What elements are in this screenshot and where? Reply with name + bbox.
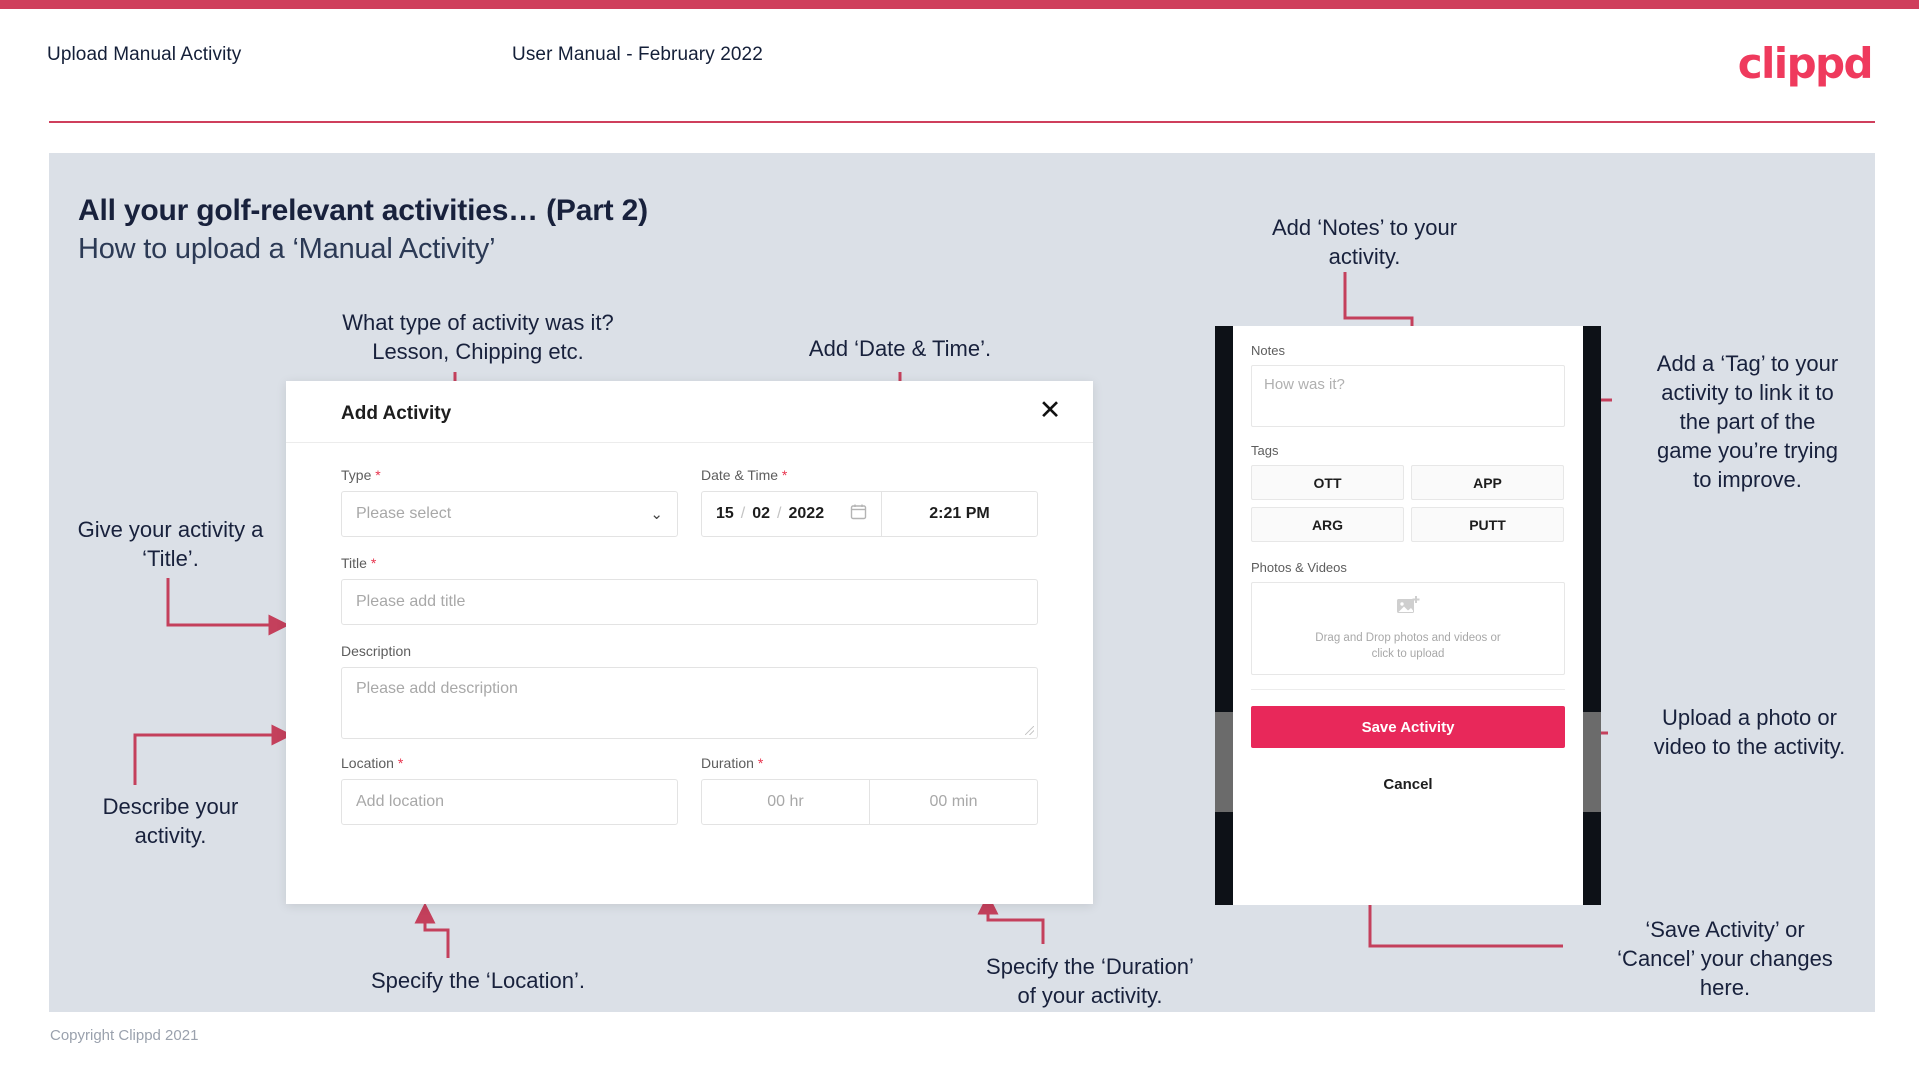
cancel-button[interactable]: Cancel (1251, 776, 1565, 793)
annotation-save: ‘Save Activity’ or ‘Cancel’ your changes… (1617, 917, 1833, 1000)
annotation-describe: Describe your activity. (102, 794, 239, 848)
modal-title: Add Activity (341, 403, 452, 424)
tags-label: Tags (1251, 443, 1279, 458)
annotation-datetime: Add ‘Date & Time’. (808, 336, 992, 361)
phone-bezel-right-accent (1583, 712, 1601, 812)
duration-required-asterisk: * (757, 755, 764, 771)
title-input[interactable]: Please add title (341, 579, 1038, 625)
phone-bezel-left-accent (1215, 712, 1233, 812)
date-year: 2022 (788, 505, 825, 522)
tags-group: OTT APP ARG PUTT (1251, 465, 1565, 542)
field-datetime: Date & Time * 15 / 02 / 2022 2:21 PM (701, 467, 1038, 537)
slide-page: Upload Manual Activity User Manual - Feb… (0, 0, 1919, 1079)
image-add-icon (1396, 595, 1420, 622)
tag-ott[interactable]: OTT (1251, 465, 1404, 500)
notes-label: Notes (1251, 343, 1285, 358)
type-required-asterisk: * (375, 467, 381, 483)
location-label: Location * (341, 755, 678, 771)
chevron-down-icon: ⌄ (650, 506, 663, 523)
title-required-asterisk: * (370, 555, 377, 571)
datetime-label-text: Date & Time (701, 467, 779, 483)
description-label: Description (341, 643, 1038, 659)
phone-screen: Notes How was it? Tags OTT APP ARG PUTT … (1233, 326, 1583, 905)
duration-label: Duration * (701, 755, 1038, 771)
annotation-notes: Add ‘Notes’ to your activity. (1271, 215, 1458, 269)
location-label-text: Location (341, 755, 394, 771)
title-placeholder: Please add title (356, 593, 466, 610)
field-location: Location * Add location (341, 755, 678, 825)
location-required-asterisk: * (397, 755, 404, 771)
add-activity-modal: Add Activity ✕ Type * Please select ⌄ Da… (286, 381, 1093, 904)
annotation-location: Specify the ‘Location’. (370, 968, 586, 993)
description-label-text: Description (341, 643, 412, 659)
time-input[interactable]: 2:21 PM (882, 492, 1037, 536)
phone-mockup: Notes How was it? Tags OTT APP ARG PUTT … (1215, 326, 1601, 905)
field-type: Type * Please select ⌄ (341, 467, 678, 537)
type-select[interactable]: Please select ⌄ (341, 491, 678, 537)
date-sep-1: / (740, 505, 746, 522)
photos-label: Photos & Videos (1251, 560, 1347, 575)
tag-app[interactable]: APP (1411, 465, 1564, 500)
datetime-label: Date & Time * (701, 467, 1038, 483)
dropzone-text: Drag and Drop photos and videos or click… (1315, 632, 1501, 660)
date-sep-2: / (777, 505, 782, 522)
slide-heading: All your golf-relevant activities… (Part… (78, 194, 648, 227)
tag-arg[interactable]: ARG (1251, 507, 1404, 542)
date-day: 15 (716, 505, 734, 522)
description-textarea[interactable]: Please add description (341, 667, 1038, 739)
duration-label-text: Duration (701, 755, 754, 771)
field-description: Description Please add description (341, 643, 1038, 739)
notes-textarea[interactable]: How was it? (1251, 365, 1565, 427)
duration-control: 00 hr 00 min (701, 779, 1038, 825)
modal-body: Type * Please select ⌄ Date & Time * 15 … (286, 443, 1093, 825)
date-month: 02 (752, 505, 771, 522)
annotation-upload: Upload a photo or video to the activity. (1653, 705, 1846, 759)
copyright-footer: Copyright Clippd 2021 (50, 1027, 199, 1044)
field-title: Title * Please add title (341, 555, 1038, 625)
phone-bezel-right (1583, 326, 1601, 905)
description-placeholder: Please add description (356, 680, 518, 697)
datetime-required-asterisk: * (781, 467, 788, 483)
row-type-datetime: Type * Please select ⌄ Date & Time * 15 … (341, 467, 1038, 537)
header-title: Upload Manual Activity (47, 44, 242, 65)
location-placeholder: Add location (356, 793, 445, 810)
annotation-type: What type of activity was it? Lesson, Ch… (342, 310, 614, 364)
duration-minutes-input[interactable]: 00 min (869, 780, 1037, 824)
duration-hours-input[interactable]: 00 hr (702, 780, 869, 824)
tag-putt[interactable]: PUTT (1411, 507, 1564, 542)
type-select-value: Please select (356, 505, 452, 522)
notes-placeholder: How was it? (1264, 376, 1345, 393)
type-label-text: Type (341, 467, 372, 483)
annotation-title: Give your activity a ‘Title’. (77, 517, 264, 571)
header-divider (49, 121, 1875, 123)
type-label: Type * (341, 467, 678, 483)
date-input[interactable]: 15 / 02 / 2022 (702, 492, 882, 536)
top-accent-stripe (0, 0, 1919, 9)
annotation-tag: Add a ‘Tag’ to your activity to link it … (1656, 351, 1839, 492)
datetime-control: 15 / 02 / 2022 2:21 PM (701, 491, 1038, 537)
close-icon[interactable]: ✕ (1034, 394, 1066, 426)
location-input[interactable]: Add location (341, 779, 678, 825)
clippd-logo: clippd (1737, 39, 1874, 88)
save-activity-button[interactable]: Save Activity (1251, 706, 1565, 748)
slide-subheading: How to upload a ‘Manual Activity’ (78, 233, 496, 265)
phone-divider (1251, 689, 1565, 690)
title-label: Title * (341, 555, 1038, 571)
calendar-icon[interactable] (850, 503, 867, 525)
annotation-duration: Specify the ‘Duration’ of your activity. (986, 954, 1194, 1008)
title-label-text: Title (341, 555, 367, 571)
field-duration: Duration * 00 hr 00 min (701, 755, 1038, 825)
header-subtitle: User Manual - February 2022 (512, 44, 763, 65)
modal-header: Add Activity ✕ (286, 381, 1093, 443)
row-location-duration: Location * Add location Duration * 00 hr… (341, 755, 1038, 825)
phone-bezel-left (1215, 326, 1233, 905)
photo-dropzone[interactable]: Drag and Drop photos and videos or click… (1251, 582, 1565, 675)
